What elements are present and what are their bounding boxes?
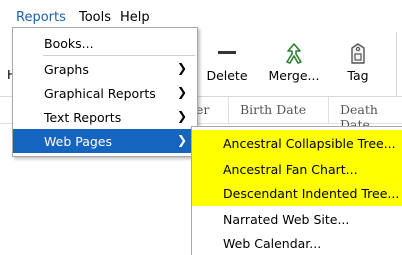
submenu-item-ancestral-fan-chart[interactable]: Ancestral Fan Chart...	[192, 156, 402, 182]
app-window: Reports Tools Help H Delete Merge... Tag	[0, 0, 402, 255]
submenu-item-label: Web Calendar...	[223, 236, 322, 251]
chevron-right-icon: ❯	[176, 133, 187, 147]
merge-icon	[286, 43, 302, 64]
submenu-item-descendant-indented-tree[interactable]: Descendant Indented Tree...	[192, 180, 402, 206]
submenu-item-label: Ancestral Collapsible Tree...	[223, 136, 396, 151]
menu-item-graphical-reports[interactable]: Graphical Reports ❯	[13, 81, 197, 105]
menu-tools[interactable]: Tools	[79, 10, 111, 25]
menu-item-books[interactable]: Books...	[13, 31, 197, 55]
submenu-item-web-calendar[interactable]: Web Calendar...	[192, 230, 402, 255]
chevron-right-icon: ❯	[176, 61, 187, 75]
submenu-item-narrated-web-site[interactable]: Narrated Web Site...	[192, 206, 402, 232]
column-divider[interactable]	[228, 97, 229, 123]
submenu-item-label: Narrated Web Site...	[223, 212, 350, 227]
minus-icon	[218, 51, 236, 54]
menu-reports[interactable]: Reports	[16, 10, 66, 25]
menu-item-web-pages[interactable]: Web Pages ❯	[13, 129, 197, 153]
menu-item-label: Text Reports	[44, 110, 122, 125]
menu-item-label: Graphical Reports	[44, 86, 156, 101]
toolbar-divider	[396, 32, 397, 96]
menu-separator	[43, 55, 195, 56]
tag-icon	[351, 43, 365, 64]
chevron-right-icon: ❯	[176, 85, 187, 99]
tag-button[interactable]: Tag	[334, 32, 382, 96]
column-header-partial[interactable]: er	[196, 102, 209, 117]
reports-menu: Books... Graphs ❯ Graphical Reports ❯ Te…	[12, 27, 198, 157]
column-header-birth-date[interactable]: Birth Date	[240, 102, 306, 117]
delete-button[interactable]: Delete	[196, 32, 258, 96]
merge-button-label: Merge...	[268, 68, 320, 83]
menu-item-label: Books...	[44, 36, 94, 51]
submenu-item-label: Descendant Indented Tree...	[223, 186, 400, 201]
tag-button-label: Tag	[347, 68, 369, 83]
web-pages-submenu: Ancestral Collapsible Tree... Ancestral …	[191, 126, 402, 255]
merge-button[interactable]: Merge...	[262, 32, 326, 96]
menu-help[interactable]: Help	[120, 10, 150, 25]
menu-item-graphs[interactable]: Graphs ❯	[13, 57, 197, 81]
menu-item-label: Graphs	[44, 62, 89, 77]
chevron-right-icon: ❯	[176, 109, 187, 123]
submenu-item-label: Ancestral Fan Chart...	[223, 162, 358, 177]
column-divider[interactable]	[328, 97, 329, 123]
menu-item-text-reports[interactable]: Text Reports ❯	[13, 105, 197, 129]
menu-item-label: Web Pages	[44, 134, 112, 149]
submenu-item-ancestral-collapsible-tree[interactable]: Ancestral Collapsible Tree...	[192, 130, 402, 156]
delete-button-label: Delete	[206, 68, 248, 83]
